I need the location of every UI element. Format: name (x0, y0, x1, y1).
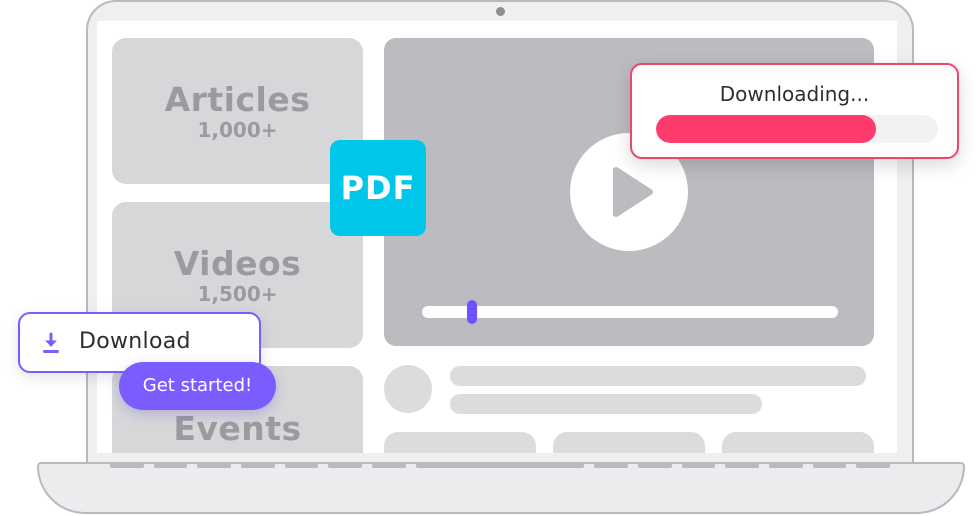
laptop-illustration: Articles 1,000+ Videos 1,500+ Events PDF… (0, 0, 977, 516)
card-title: Videos (173, 244, 302, 283)
text-placeholder-line (450, 366, 866, 386)
card-count: 1,000+ (197, 118, 278, 142)
tile-placeholder (384, 432, 536, 453)
get-started-button[interactable]: Get started! (119, 362, 276, 410)
card-count: 1,500+ (197, 282, 278, 306)
keyboard-keys (110, 462, 891, 468)
pdf-badge: PDF (330, 140, 426, 236)
downloading-label: Downloading... (719, 82, 870, 106)
card-articles[interactable]: Articles 1,000+ (112, 38, 363, 184)
tile-placeholder (722, 432, 874, 453)
video-scrub-bar[interactable] (422, 300, 838, 324)
scrub-handle[interactable] (466, 300, 477, 324)
downloading-popup: Downloading... (630, 63, 959, 159)
download-progress-fill (656, 115, 876, 143)
download-progress-bar (656, 115, 938, 143)
card-title: Events (173, 409, 302, 448)
download-label: Download (79, 329, 191, 354)
play-icon (613, 167, 653, 217)
laptop-base (37, 462, 965, 514)
tile-placeholder (553, 432, 705, 453)
text-placeholder-line (450, 394, 762, 414)
avatar-placeholder (384, 365, 432, 413)
card-title: Articles (164, 80, 311, 119)
download-icon (43, 332, 59, 353)
camera-dot (496, 7, 505, 16)
